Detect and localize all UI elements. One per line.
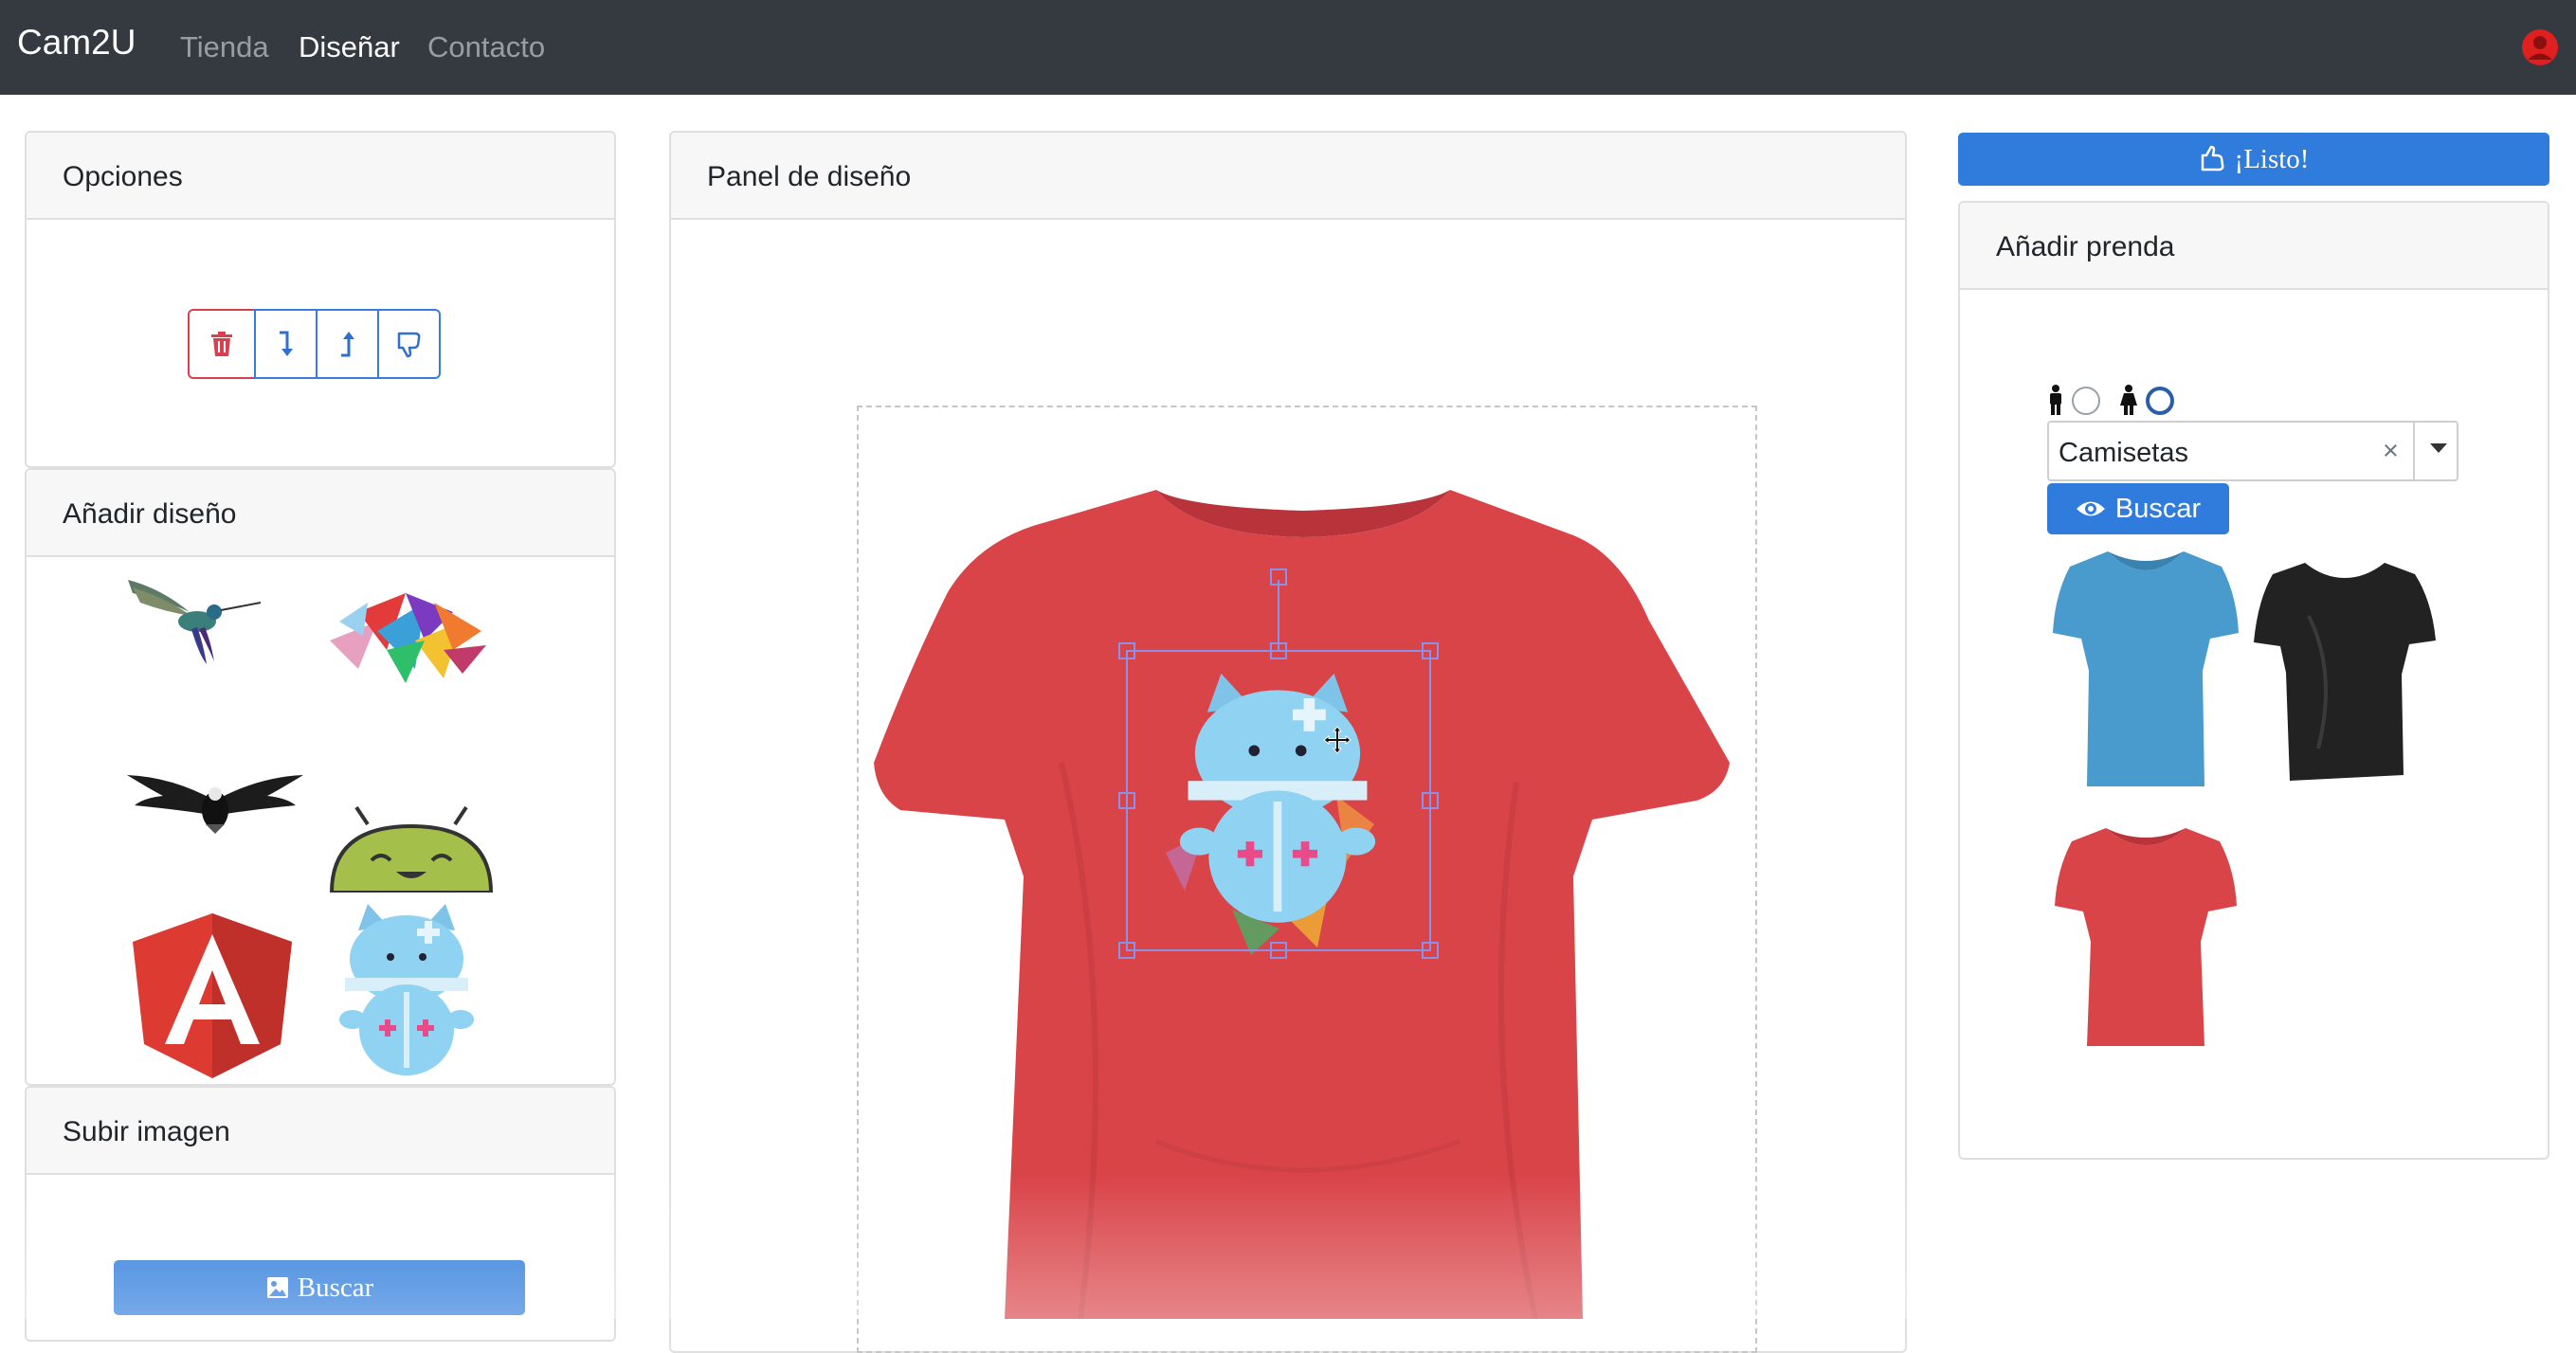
user-icon[interactable]	[2521, 28, 2559, 66]
female-icon	[2120, 385, 2137, 415]
add-garment-card-header: Añadir prenda	[1960, 203, 2548, 290]
options-card-header: Opciones	[27, 133, 614, 220]
bring-forward-icon	[340, 332, 354, 357]
garment-search-button[interactable]: Buscar	[2047, 483, 2229, 534]
resize-handle-br[interactable]	[1422, 942, 1439, 959]
clear-icon[interactable]: ×	[2383, 436, 2399, 467]
male-radio[interactable]	[2072, 387, 2100, 415]
nav-link-tienda[interactable]: Tienda	[180, 30, 269, 64]
selection-box[interactable]	[1126, 650, 1431, 951]
eye-icon	[2076, 501, 2105, 516]
resize-handle-r[interactable]	[1422, 792, 1439, 809]
hummingbird-icon[interactable]	[123, 574, 265, 669]
resize-handle-tr[interactable]	[1422, 642, 1439, 659]
rotate-handle[interactable]	[1270, 568, 1287, 586]
ready-button-label: ¡Listo!	[2234, 143, 2310, 174]
delete-button[interactable]	[188, 309, 256, 379]
upload-search-label: Buscar	[297, 1272, 374, 1303]
options-card-title: Opciones	[63, 161, 183, 192]
send-backward-icon	[279, 331, 293, 356]
upload-card-header: Subir imagen	[27, 1088, 614, 1175]
options-button-group	[188, 309, 441, 379]
category-select-value: Camisetas	[2059, 438, 2188, 468]
send-backward-button[interactable]	[254, 309, 317, 379]
upload-search-button[interactable]: Buscar	[114, 1260, 525, 1315]
navbar: Cam2U Tienda Diseñar Contacto	[0, 0, 2576, 95]
thumbs-up-icon	[2201, 145, 2223, 171]
resize-handle-t[interactable]	[1270, 642, 1287, 659]
add-design-card-header: Añadir diseño	[27, 470, 614, 557]
female-radio[interactable]	[2146, 387, 2174, 415]
brand[interactable]: Cam2U	[17, 23, 136, 63]
rotate-line	[1278, 580, 1279, 652]
thumbs-down-icon	[397, 332, 420, 358]
resize-handle-bl[interactable]	[1118, 942, 1135, 959]
red-tshirt[interactable]	[2053, 824, 2239, 1052]
resize-handle-b[interactable]	[1270, 942, 1287, 959]
design-panel-header: Panel de diseño	[671, 133, 1905, 220]
add-garment-card-title: Añadir prenda	[1996, 231, 2175, 262]
zipper-cat-icon[interactable]	[332, 902, 481, 1082]
android-icon[interactable]	[330, 805, 493, 893]
resize-handle-l[interactable]	[1118, 792, 1135, 809]
male-icon	[2050, 385, 2061, 415]
select-separator	[2413, 423, 2415, 479]
bring-forward-button[interactable]	[316, 309, 379, 379]
angular-icon[interactable]	[131, 911, 294, 1080]
options-card: Opciones	[25, 131, 616, 468]
category-select[interactable]: Camisetas ×	[2047, 421, 2458, 481]
dislike-button[interactable]	[377, 309, 441, 379]
triangles-icon[interactable]	[320, 574, 491, 688]
nav-link-contacto[interactable]: Contacto	[427, 30, 545, 64]
blue-tshirt[interactable]	[2051, 548, 2240, 792]
upload-card-title: Subir imagen	[63, 1116, 230, 1147]
garment-search-label: Buscar	[2114, 493, 2202, 524]
eagle-icon[interactable]	[125, 767, 305, 834]
chevron-down-icon[interactable]	[2430, 443, 2447, 453]
move-cursor-icon	[1323, 726, 1351, 754]
image-file-icon	[266, 1277, 288, 1298]
trash-icon	[211, 332, 232, 356]
design-panel-title: Panel de diseño	[707, 161, 912, 192]
nav-link-disenar[interactable]: Diseñar	[299, 30, 400, 64]
add-design-card: Añadir diseño	[25, 468, 616, 1086]
ready-button[interactable]: ¡Listo!	[1958, 133, 2549, 186]
black-tshirt[interactable]	[2252, 559, 2438, 781]
resize-handle-tl[interactable]	[1118, 642, 1135, 659]
add-design-card-title: Añadir diseño	[63, 498, 237, 530]
